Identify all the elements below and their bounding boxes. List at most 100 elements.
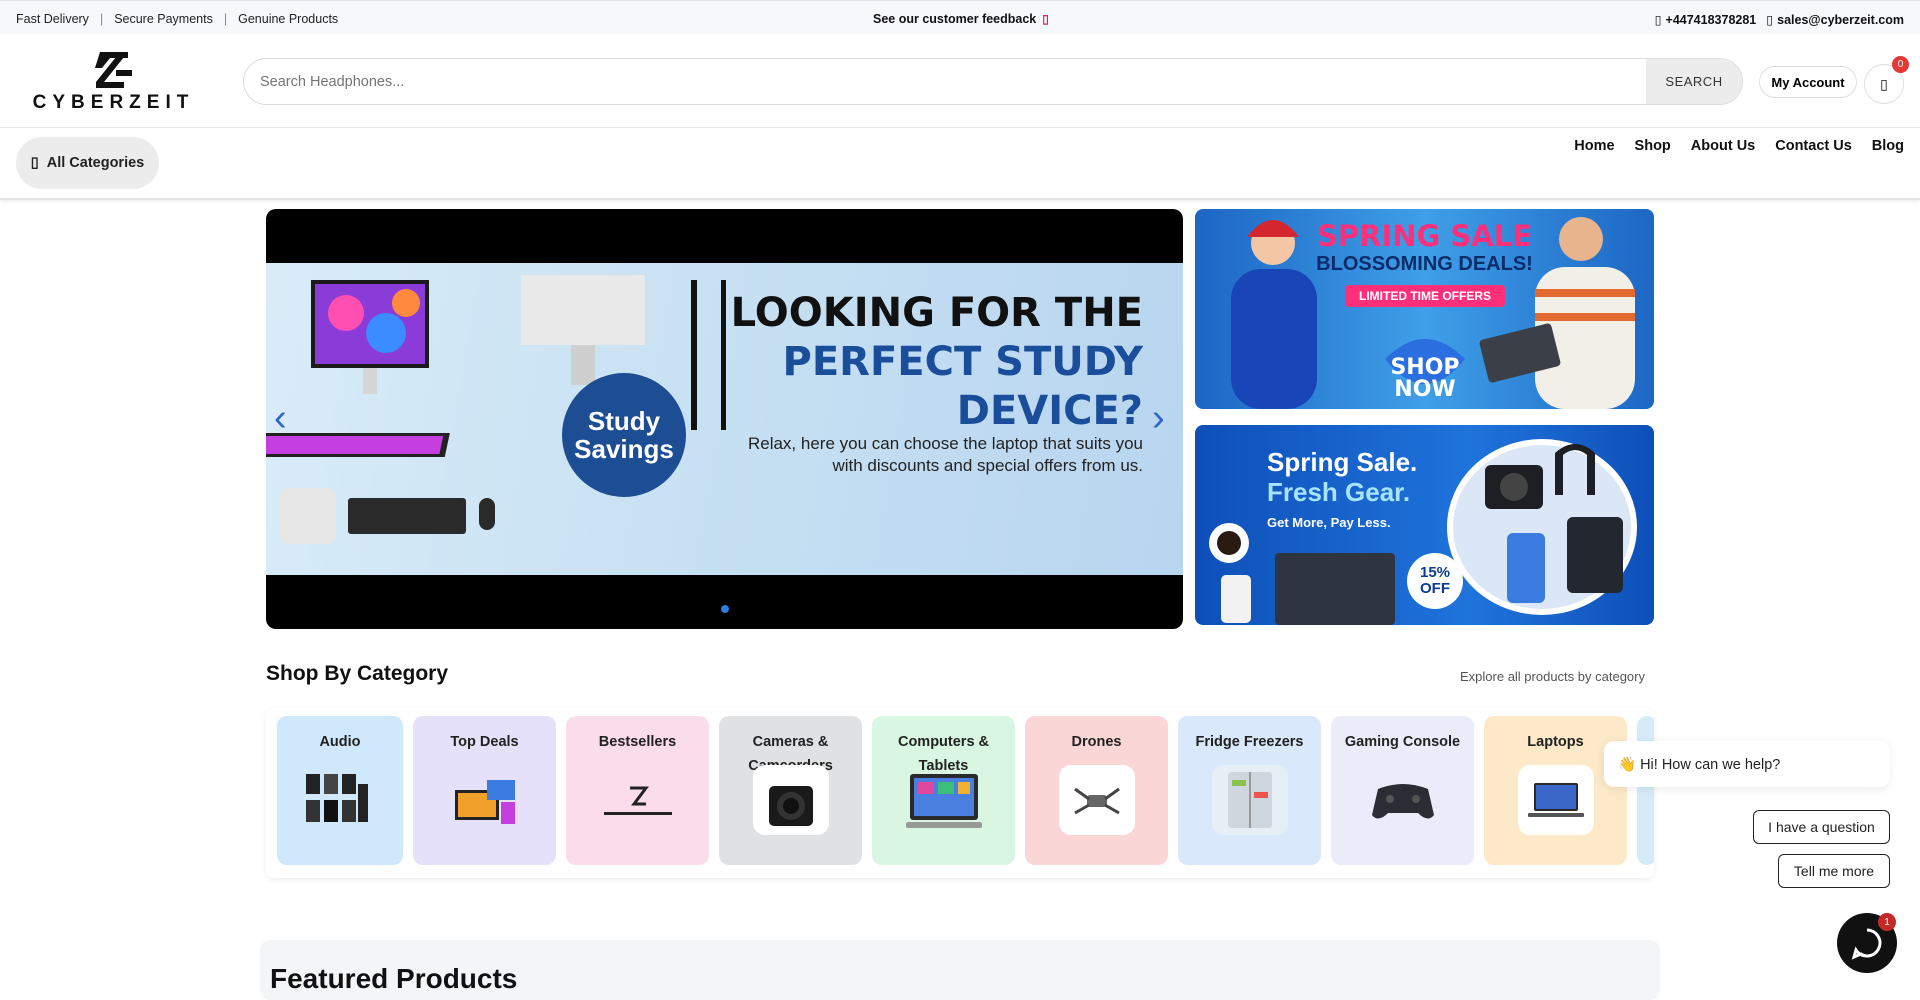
logo-text: CYBERZEIT (32, 92, 195, 113)
hero-line-2: PERFECT STUDY (782, 339, 1144, 385)
category-thumb-top-deals (447, 765, 523, 835)
now-label: NOW (1394, 377, 1456, 402)
phone-number: +447418378281 (1665, 13, 1757, 27)
promo2-discount-badge: 15% OFF (1407, 553, 1463, 609)
category-name: Audio (319, 734, 361, 750)
heart-icon: ▯ (1042, 12, 1049, 26)
category-card-computers[interactable]: Computers & Tablets (872, 716, 1015, 865)
nav-about-us[interactable]: About Us (1691, 138, 1755, 154)
chat-option-question[interactable]: I have a question (1753, 810, 1890, 844)
promo1-subtitle: BLOSSOMING DEALS! (1316, 253, 1533, 275)
slider-next-arrow[interactable]: › (1152, 397, 1165, 440)
category-card-cameras[interactable]: Cameras & Camcorders (719, 716, 862, 865)
cart-count-badge: 0 (1892, 56, 1909, 73)
cart-icon: ▯ (1880, 75, 1888, 92)
hero-line-3: DEVICE? (956, 388, 1143, 434)
all-categories-button[interactable]: ▯ All Categories (16, 137, 159, 189)
deals-gadgets-icon (455, 780, 515, 824)
featured-products-title: Featured Products (270, 963, 518, 994)
nav-blog[interactable]: Blog (1872, 138, 1904, 154)
site-logo[interactable]: CYBERZEIT (16, 48, 211, 113)
category-thumb-laptops (1518, 765, 1594, 835)
featured-products-section: Featured Products (260, 940, 1660, 1000)
feedback-link[interactable]: See our customer feedback ▯ (873, 12, 1049, 26)
shop-label: SHOP (1390, 355, 1460, 380)
site-header: CYBERZEIT SEARCH My Account ▯ 0 (0, 34, 1920, 128)
slider-prev-arrow[interactable]: ‹ (274, 397, 287, 440)
category-name: Drones (1071, 734, 1122, 750)
nav-shop[interactable]: Shop (1635, 138, 1671, 154)
promo1-title: SPRING SALE (1316, 219, 1533, 253)
slider-dot-active[interactable] (721, 605, 729, 613)
category-card-laptops[interactable]: Laptops (1484, 716, 1627, 865)
category-card-drones[interactable]: Drones (1025, 716, 1168, 865)
section-title-categories: Shop By Category (266, 662, 449, 685)
hero-subtitle: Relax, here you can choose the laptop th… (747, 434, 1143, 475)
promo2-title: Spring Sale. Fresh Gear. (1267, 447, 1417, 507)
usp-list: Fast Delivery | Secure Payments | Genuin… (16, 12, 338, 26)
hero-slide[interactable]: Study Savings LOOKING FOR THE PERFECT ST… (266, 263, 1183, 575)
email-address: sales@cyberzeit.com (1777, 13, 1904, 27)
hero-slider[interactable]: Study Savings LOOKING FOR THE PERFECT ST… (266, 209, 1183, 629)
category-name: Bestsellers (598, 734, 677, 750)
category-thumb-gaming (1365, 765, 1441, 835)
gamepad-icon (1372, 784, 1434, 819)
explore-categories-link[interactable]: Explore all products by category (1460, 669, 1645, 684)
promo1-shop-now[interactable]: SHOP NOW (1365, 357, 1485, 401)
search-bar: SEARCH (243, 58, 1743, 105)
promo-spring-gear[interactable]: Spring Sale. Fresh Gear. Get More, Pay L… (1195, 425, 1654, 625)
promo2-title-line2: Fresh Gear. (1267, 477, 1411, 507)
savings-label: Savings (574, 434, 674, 464)
nav-contact-us[interactable]: Contact Us (1775, 138, 1852, 154)
study-label: Study (587, 406, 661, 436)
main-nav: ▯ All Categories Home Shop About Us Cont… (0, 128, 1920, 200)
usp-secure-payments: Secure Payments (114, 12, 213, 26)
promo-spring-sale[interactable]: SPRING SALE BLOSSOMING DEALS! LIMITED TI… (1195, 209, 1654, 409)
audio-devices-icon (306, 774, 368, 822)
laptop-icon (1528, 783, 1584, 817)
category-card-fridge[interactable]: Fridge Freezers (1178, 716, 1321, 865)
email-icon: ▯ (1766, 13, 1774, 27)
search-input[interactable] (244, 59, 1644, 104)
hero-line-1: LOOKING FOR THE (730, 290, 1143, 336)
phone-link[interactable]: ▯ +447418378281 (1655, 12, 1757, 27)
category-card-top-deals[interactable]: Top Deals (413, 716, 556, 865)
drone-icon (1074, 787, 1120, 815)
usp-separator: | (223, 12, 228, 26)
category-card-gaming[interactable]: Gaming Console (1331, 716, 1474, 865)
email-link[interactable]: ▯ sales@cyberzeit.com (1766, 12, 1904, 27)
nav-home[interactable]: Home (1574, 138, 1614, 154)
category-carousel[interactable]: Audio Top Deals Bestsellers Cameras & Ca… (266, 708, 1654, 878)
usp-genuine-products: Genuine Products (238, 12, 339, 26)
category-thumb-bestsellers (600, 765, 676, 835)
category-thumb-fridge (1212, 765, 1288, 835)
chat-unread-badge: 1 (1878, 913, 1896, 931)
computer-icon (906, 774, 982, 828)
discount-off: OFF (1420, 580, 1450, 597)
promo2-subtitle: Get More, Pay Less. (1267, 515, 1391, 530)
phone-icon: ▯ (1654, 13, 1662, 27)
feedback-label: See our customer feedback (873, 12, 1037, 26)
category-card-next-partial[interactable] (1637, 716, 1654, 865)
top-info-bar: Fast Delivery | Secure Payments | Genuin… (0, 0, 1920, 34)
menu-icon: ▯ (30, 155, 39, 171)
study-savings-badge: Study Savings (562, 373, 686, 497)
category-name: Fridge Freezers (1195, 734, 1304, 750)
usp-fast-delivery: Fast Delivery (16, 12, 89, 26)
all-categories-label: All Categories (46, 155, 145, 171)
logo-mark-icon (95, 52, 132, 88)
fridge-icon (1228, 772, 1272, 828)
promo1-badge: LIMITED TIME OFFERS (1345, 285, 1505, 307)
category-thumb-drones (1059, 765, 1135, 835)
contact-info: ▯ +447418378281 ▯ sales@cyberzeit.com (1655, 12, 1904, 27)
chat-option-tell-more[interactable]: Tell me more (1778, 854, 1890, 888)
category-card-bestsellers[interactable]: Bestsellers (566, 716, 709, 865)
hero-headline: LOOKING FOR THE PERFECT STUDY DEVICE? (731, 289, 1143, 436)
brand-logo-icon (604, 786, 672, 815)
category-name: Top Deals (450, 734, 519, 750)
my-account-button[interactable]: My Account (1759, 66, 1857, 98)
discount-percent: 15% (1419, 564, 1451, 581)
category-card-audio[interactable]: Audio (277, 716, 403, 865)
search-button[interactable]: SEARCH (1646, 59, 1742, 104)
category-thumb-audio (299, 765, 375, 835)
